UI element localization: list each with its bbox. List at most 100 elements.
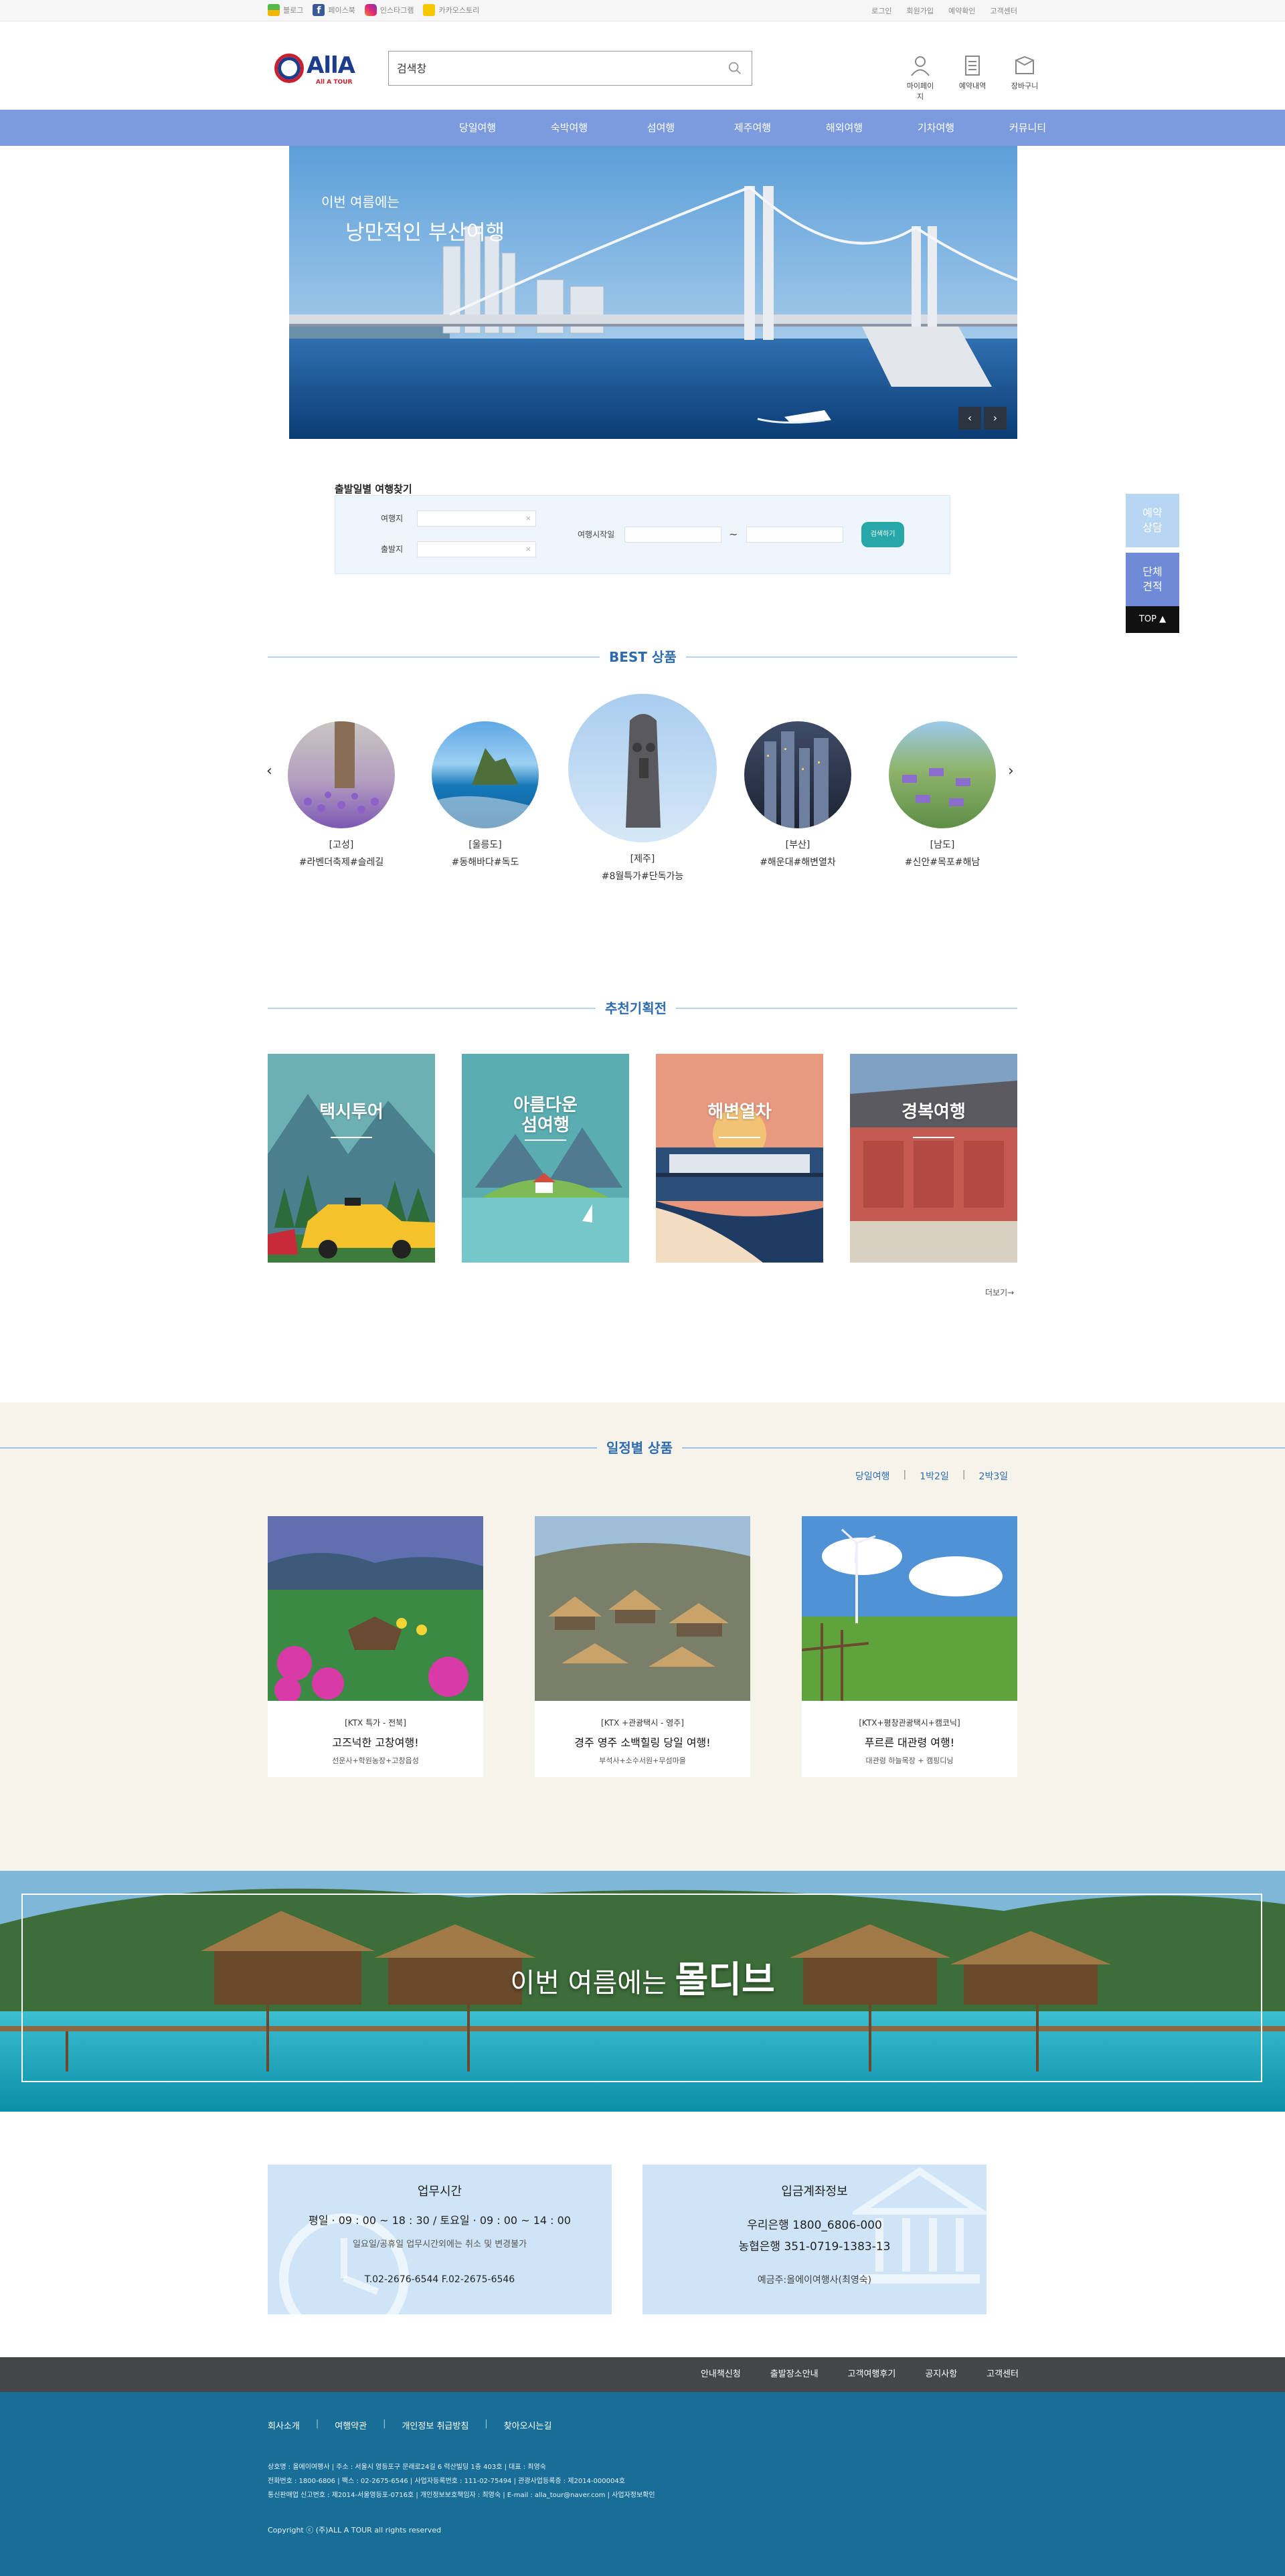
best-image-busan	[744, 721, 851, 828]
tab-2-nights[interactable]: 2박3일	[979, 1469, 1009, 1483]
document-icon	[965, 56, 980, 76]
kakaostory-icon	[423, 4, 436, 16]
promo-title: 추천기획전	[596, 998, 676, 1017]
instagram-icon	[364, 4, 377, 16]
product-card-gochang[interactable]: [KTX 특가 - 전북] 고즈넉한 고창여행! 선운사+학원농장+고창읍성	[268, 1516, 483, 1777]
banner-text: 이번 여름에는 몰디브	[510, 1958, 775, 2001]
footer-nav-departure-place[interactable]: 출발장소안내	[770, 2357, 819, 2392]
promo-more-link[interactable]: 더보기→	[985, 1287, 1014, 1298]
nav-island-trip[interactable]: 섬여행	[615, 110, 707, 146]
best-item-goseong[interactable]: [고성] #라벤더축제#슬레길	[281, 721, 402, 868]
sns-blog[interactable]: 블로그	[268, 4, 303, 16]
blog-icon	[268, 4, 280, 16]
search-icon[interactable]	[727, 61, 742, 76]
hero-caption-small: 이번 여름에는	[321, 194, 400, 210]
hero-next-button[interactable]: ›	[984, 407, 1007, 430]
footer-nav: 안내책신청 출발장소안내 고객여행후기 공지사항 고객센터	[0, 2357, 1285, 2392]
bank-info-box: 입금계좌정보 우리은행 1800_6806-000 농협은행 351-0719-…	[642, 2165, 987, 2314]
product-image-daegwallyeong	[802, 1516, 1017, 1701]
best-item-busan[interactable]: [부산] #해운대#해변열차	[738, 721, 858, 868]
destination-label: 여행지	[381, 514, 404, 523]
footer-nav-brochure[interactable]: 안내책신청	[701, 2357, 741, 2392]
best-prev-arrow[interactable]: ‹	[266, 763, 272, 779]
tab-day-trip[interactable]: 당일여행	[855, 1469, 890, 1483]
bank-title: 입금계좌정보	[781, 2185, 848, 2199]
util-links: 로그인 회원가입 예약확인 고객센터	[871, 5, 1017, 16]
top-button[interactable]: TOP ▲	[1126, 606, 1179, 633]
facebook-icon: f	[313, 4, 325, 16]
product-image-yeongju	[535, 1516, 750, 1701]
footer: 회사소개 | 여행약관 | 개인정보 취급방침 | 찾아오시는길 상호명 : 올에이여…	[0, 2392, 1285, 2576]
best-image-ulleungdo	[432, 721, 539, 828]
destination-select[interactable]	[417, 511, 536, 527]
nav-overseas-trip[interactable]: 해외여행	[798, 110, 890, 146]
best-next-arrow[interactable]: ›	[1008, 763, 1014, 779]
quick-search-panel: 여행지 출발지 여행시작일 ~ 검색하기	[335, 495, 950, 574]
product-card-daegwallyeong[interactable]: [KTX+평창관광택시+캠코닉] 푸르른 대관령 여행! 대관령 하늘목장 + …	[802, 1516, 1017, 1777]
login-link[interactable]: 로그인	[871, 5, 891, 16]
hours-title: 업무시간	[417, 2185, 462, 2199]
promo-card-taxi[interactable]: 택시투어	[268, 1054, 435, 1263]
logo[interactable]: AllA All A TOUR	[274, 50, 361, 90]
hours-note: 일요일/공휴일 업무시간외에는 취소 및 변경불가	[352, 2239, 527, 2249]
promo-card-beach-train[interactable]: 해변열차	[656, 1054, 823, 1263]
sns-facebook[interactable]: f 페이스북	[313, 4, 355, 16]
best-item-ulleungdo[interactable]: [울릉도] #동해바다#독도	[425, 721, 545, 868]
footer-terms-link[interactable]: 여행약관	[335, 2419, 367, 2431]
reservation-check-link[interactable]: 예약확인	[948, 5, 975, 16]
hero-caption-large: 낭만적인 부산여행	[345, 221, 505, 245]
beach-train-illustration	[656, 1054, 823, 1263]
palace-illustration	[850, 1054, 1017, 1263]
join-link[interactable]: 회원가입	[907, 5, 934, 16]
promo-card-gyeongbuk[interactable]: 경복여행	[850, 1054, 1017, 1263]
footer-directions-link[interactable]: 찾아오시는길	[504, 2419, 552, 2431]
sns-kakaostory[interactable]: 카카오스토리	[423, 4, 479, 16]
customer-center-link[interactable]: 고객센터	[991, 5, 1017, 16]
reserve-consult-button[interactable]: 예약 상담	[1126, 494, 1179, 547]
best-image-namdo	[889, 721, 996, 828]
nav-stay-trip[interactable]: 숙박여행	[523, 110, 615, 146]
hero-slider: 이번 여름에는 낭만적인 부산여행	[289, 146, 1017, 439]
user-icon	[911, 56, 930, 76]
footer-company-info: 상호명 : 올에이여행사 | 주소 : 서울시 영등포구 문래로24길 6 력산…	[268, 2464, 655, 2499]
main-nav: 당일여행 숙박여행 섬여행 제주여행 해외여행 기차여행 커뮤니티	[0, 110, 1285, 146]
footer-nav-notice[interactable]: 공지사항	[925, 2357, 957, 2392]
cart-button[interactable]: 장바구니	[1008, 55, 1041, 102]
best-image-goseong	[288, 721, 395, 828]
hours-text: 평일 · 09 : 00 ~ 18 : 30 / 토요일 · 09 : 00 ~…	[309, 2214, 571, 2227]
maldives-banner[interactable]: 이번 여름에는 몰디브	[0, 1871, 1285, 2112]
hero-image	[289, 146, 1017, 439]
best-title: BEST 상품	[600, 646, 686, 666]
product-image-gochang	[268, 1516, 483, 1701]
departure-select[interactable]	[417, 541, 536, 557]
utility-bar: 블로그 f 페이스북 인스타그램 카카오스토리 로그인 회원가입 예약확인 고객센…	[0, 0, 1285, 21]
bank-line-2: 농협은행 351-0719-1383-13	[738, 2240, 891, 2253]
nav-jeju-trip[interactable]: 제주여행	[707, 110, 798, 146]
footer-privacy-link[interactable]: 개인정보 취급방침	[402, 2419, 468, 2431]
footer-nav-reviews[interactable]: 고객여행후기	[848, 2357, 896, 2392]
schedule-title: 일정별 상품	[597, 1437, 682, 1457]
end-date-input[interactable]	[746, 527, 843, 543]
nav-community[interactable]: 커뮤니티	[982, 110, 1074, 146]
search-submit-button[interactable]: 검색하기	[861, 522, 904, 547]
tab-1-night[interactable]: 1박2일	[920, 1469, 949, 1483]
group-quote-button[interactable]: 단체 견적	[1126, 553, 1179, 606]
footer-company-link[interactable]: 회사소개	[268, 2419, 300, 2431]
hero-prev-button[interactable]: ‹	[958, 407, 981, 430]
search-input[interactable]	[389, 52, 710, 84]
nav-day-trip[interactable]: 당일여행	[432, 110, 523, 146]
mypage-button[interactable]: 마이페이지	[904, 55, 937, 102]
quick-search-title: 출발일별 여행찾기	[335, 483, 412, 495]
product-card-yeongju[interactable]: [KTX +관광택시 - 영주] 경주 영주 소백힐링 당일 여행! 부석사+소…	[535, 1516, 750, 1777]
bank-holder: 예금주:올에이여행사(최영숙)	[757, 2275, 872, 2286]
promo-card-island[interactable]: 아름다운 섬여행	[462, 1054, 629, 1263]
best-item-jeju[interactable]: [제주] #8월특가#단독가능	[561, 694, 724, 883]
sns-instagram[interactable]: 인스타그램	[364, 4, 414, 16]
header-icons: 마이페이지 예약내역 장바구니	[904, 55, 1041, 102]
reservation-list-button[interactable]: 예약내역	[956, 55, 989, 102]
footer-nav-customer-center[interactable]: 고객센터	[987, 2357, 1019, 2392]
date-tilde: ~	[729, 528, 738, 541]
best-item-namdo[interactable]: [남도] #신안#목포#해남	[882, 721, 1003, 868]
start-date-input[interactable]	[624, 527, 721, 543]
nav-train-trip[interactable]: 기차여행	[890, 110, 982, 146]
